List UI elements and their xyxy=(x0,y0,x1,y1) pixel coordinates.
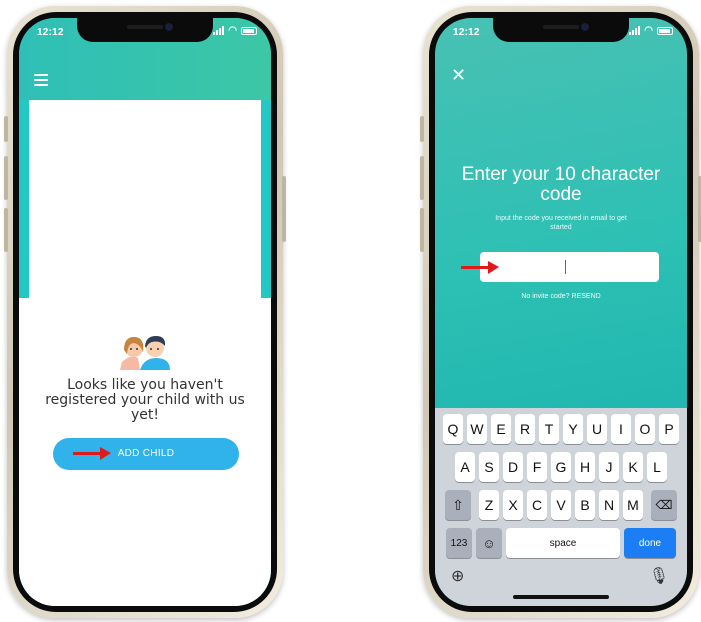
children-icon xyxy=(120,336,170,370)
key-v[interactable]: V xyxy=(551,490,571,520)
key-s[interactable]: S xyxy=(479,452,499,482)
status-time: 12:12 xyxy=(37,27,64,38)
wifi-icon: ◠ xyxy=(644,25,653,36)
key-n[interactable]: N xyxy=(599,490,619,520)
code-title: Enter your 10 character code xyxy=(461,164,661,205)
key-u[interactable]: U xyxy=(587,414,607,444)
battery-icon xyxy=(657,26,673,35)
signal-icon xyxy=(629,26,641,35)
key-c[interactable]: C xyxy=(527,490,547,520)
resend-link[interactable]: No invite code? RESEND xyxy=(435,293,687,300)
key-x[interactable]: X xyxy=(503,490,523,520)
microphone-icon[interactable]: 🎙 xyxy=(649,566,669,586)
keyboard-row-2: A S D F G H J K L xyxy=(435,452,687,482)
signal-icon xyxy=(213,26,225,35)
status-time: 12:12 xyxy=(453,27,480,38)
code-input[interactable] xyxy=(480,252,659,282)
phone-right: 12:12 ◠ ✕ Enter your 10 character code I… xyxy=(420,6,701,618)
text-caret xyxy=(565,260,566,274)
notch xyxy=(493,18,629,42)
volume-up-button xyxy=(4,156,8,200)
keyboard: Q W E R T Y U I O P A S D F G H J K L ⇧ … xyxy=(435,408,687,606)
key-p[interactable]: P xyxy=(659,414,679,444)
hamburger-icon[interactable] xyxy=(34,74,48,89)
add-child-label: ADD CHILD xyxy=(117,448,175,459)
key-l[interactable]: L xyxy=(647,452,667,482)
globe-icon[interactable]: ⊕ xyxy=(451,566,464,586)
key-j[interactable]: J xyxy=(599,452,619,482)
volume-down-button xyxy=(4,208,8,252)
done-key[interactable]: done xyxy=(624,528,676,558)
screen-right: 12:12 ◠ ✕ Enter your 10 character code I… xyxy=(435,18,687,606)
close-icon[interactable]: ✕ xyxy=(451,66,466,84)
key-a[interactable]: A xyxy=(455,452,475,482)
key-h[interactable]: H xyxy=(575,452,595,482)
backspace-icon[interactable]: ⌫ xyxy=(651,490,677,520)
empty-state-message: Looks like you haven't registered your c… xyxy=(45,377,245,423)
wifi-icon: ◠ xyxy=(228,25,237,36)
space-key[interactable]: space xyxy=(506,528,620,558)
screen-left: 12:12 ◠ Looks like you haven't registere… xyxy=(19,18,271,606)
key-e[interactable]: E xyxy=(491,414,511,444)
key-o[interactable]: O xyxy=(635,414,655,444)
phone-left: 12:12 ◠ Looks like you haven't registere… xyxy=(4,6,286,618)
home-indicator xyxy=(513,595,609,599)
volume-down-button xyxy=(420,208,424,252)
key-k[interactable]: K xyxy=(623,452,643,482)
key-y[interactable]: Y xyxy=(563,414,583,444)
red-arrow-icon xyxy=(461,261,499,274)
key-i[interactable]: I xyxy=(611,414,631,444)
mute-switch xyxy=(420,116,424,142)
shift-icon[interactable]: ⇧ xyxy=(445,490,471,520)
volume-up-button xyxy=(420,156,424,200)
key-d[interactable]: D xyxy=(503,452,523,482)
battery-icon xyxy=(241,26,257,35)
key-g[interactable]: G xyxy=(551,452,571,482)
mute-switch xyxy=(4,116,8,142)
key-t[interactable]: T xyxy=(539,414,559,444)
key-123[interactable]: 123 xyxy=(446,528,472,558)
code-subtitle: Input the code you received in email to … xyxy=(495,215,627,231)
key-m[interactable]: M xyxy=(623,490,643,520)
key-b[interactable]: B xyxy=(575,490,595,520)
keyboard-row-4: 123 ☺ space done xyxy=(435,528,687,558)
keyboard-row-3: ⇧ Z X C V B N M ⌫ xyxy=(435,490,687,520)
power-button xyxy=(282,176,286,242)
key-q[interactable]: Q xyxy=(443,414,463,444)
key-f[interactable]: F xyxy=(527,452,547,482)
notch xyxy=(77,18,213,42)
key-z[interactable]: Z xyxy=(479,490,499,520)
red-arrow-icon xyxy=(73,447,111,460)
key-r[interactable]: R xyxy=(515,414,535,444)
emoji-icon[interactable]: ☺ xyxy=(476,528,502,558)
key-w[interactable]: W xyxy=(467,414,487,444)
keyboard-row-1: Q W E R T Y U I O P xyxy=(435,414,687,444)
